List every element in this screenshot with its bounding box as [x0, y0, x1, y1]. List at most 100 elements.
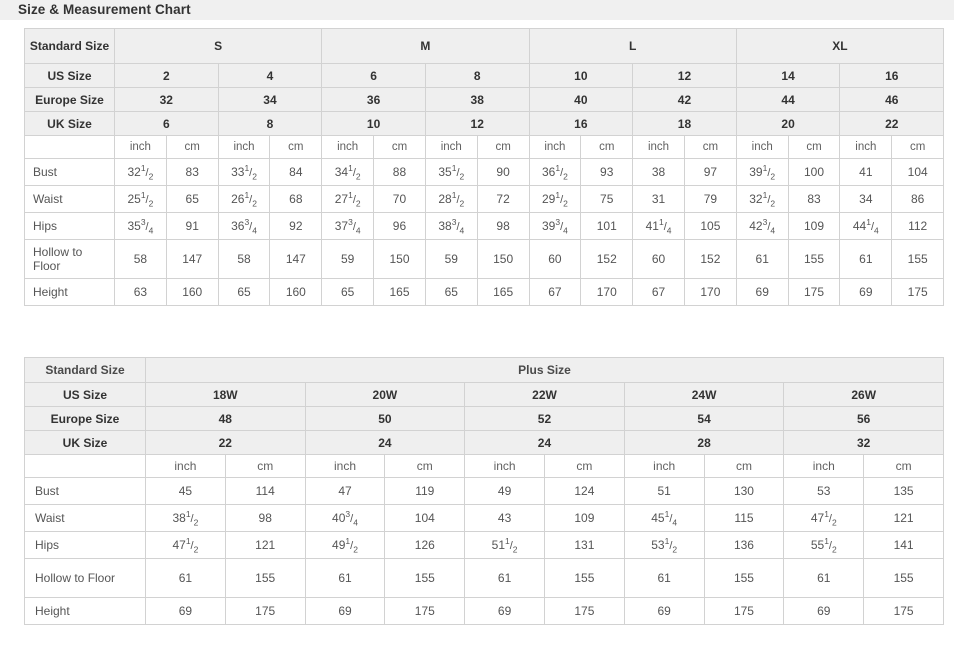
- fraction-value: 451/4: [651, 509, 678, 528]
- measurement-value: 61: [839, 239, 893, 279]
- measurement-value: 61: [145, 558, 226, 598]
- group-header-plus-size: Plus Size: [145, 357, 944, 383]
- fraction-value: 363/4: [231, 217, 257, 236]
- measurement-value: 341/2: [321, 158, 375, 186]
- measurement-value: 321/2: [735, 185, 789, 213]
- unit-header: cm: [683, 135, 737, 159]
- size-row: UK Size 22 24 24 28 32: [24, 430, 944, 455]
- fraction-value: 331/2: [231, 163, 257, 182]
- measurement-value: 160: [269, 278, 323, 306]
- size-row-label: UK Size: [24, 111, 115, 136]
- measurement-value: 92: [269, 212, 323, 240]
- measurement-value: 155: [863, 558, 944, 598]
- measurement-value: 175: [703, 597, 785, 625]
- measurement-value: 98: [224, 504, 306, 532]
- measurement-value: 150: [373, 239, 426, 279]
- measurement-value: 271/2: [321, 185, 375, 213]
- measurement-value: 65: [165, 185, 219, 213]
- unit-row: inch cm inch cm inch cm inch cm inch cm inch cm inch…: [24, 135, 945, 159]
- measurement-value: 67: [528, 278, 582, 306]
- measurement-value: 393/4: [528, 212, 582, 240]
- measurement-value: 61: [623, 558, 705, 598]
- fraction-value: 281/2: [438, 190, 465, 209]
- measurement-value: 170: [580, 278, 634, 306]
- measurement-value: 61: [783, 558, 865, 598]
- measurement-value: 383/4: [424, 212, 478, 240]
- measurement-label: Hollow to Floor: [24, 558, 146, 598]
- measurement-value: 150: [476, 239, 530, 279]
- measurement-value: 175: [787, 278, 841, 306]
- size-value: 22: [145, 430, 306, 455]
- measurement-value: 281/2: [424, 185, 478, 213]
- measurement-value: 175: [224, 597, 306, 625]
- measurement-value: 175: [543, 597, 625, 625]
- size-value: 4: [217, 63, 323, 88]
- fraction-value: 251/2: [127, 190, 154, 209]
- fraction-value: 391/2: [749, 163, 776, 182]
- unit-header: cm: [580, 135, 634, 159]
- measurement-value: 155: [703, 558, 785, 598]
- size-value: 8: [424, 63, 530, 88]
- measurement-value: 175: [384, 597, 466, 625]
- size-value: 32: [783, 430, 944, 455]
- standard-size-table-wrapper: Standard Size S M L XL US Size 2 4 6 8 10 12 14 16 Eur…: [0, 28, 954, 306]
- measurement-value: 155: [384, 558, 466, 598]
- size-value: 16: [528, 111, 634, 136]
- unit-header: cm: [373, 135, 426, 159]
- measurement-value: 403/4: [304, 504, 386, 532]
- fraction-value: 441/4: [852, 217, 879, 236]
- unit-header: inch: [424, 135, 478, 159]
- measurement-row: Hollow to Floor 58 147 58 147 59 150 59 150 60 152…: [24, 239, 945, 279]
- measurement-value: 69: [783, 597, 865, 625]
- measurement-value: 115: [703, 504, 785, 532]
- measurement-row: Waist 251/2 65 261/2 68 271/2 70 281/2 72 291/2 75…: [24, 185, 945, 213]
- fraction-value: 411/4: [645, 217, 672, 236]
- measurement-value: 175: [891, 278, 945, 306]
- measurement-row: Height 69 175 69 175 69 175 69 175 69 175: [24, 597, 944, 625]
- measurement-value: 65: [321, 278, 375, 306]
- measurement-value: 351/2: [424, 158, 478, 186]
- size-value: 24W: [623, 382, 785, 407]
- measurement-value: 363/4: [217, 212, 271, 240]
- measurement-value: 53: [783, 477, 865, 505]
- size-row: US Size 2 4 6 8 10 12 14 16: [24, 63, 945, 88]
- measurement-value: 135: [863, 477, 944, 505]
- unit-header: inch: [114, 135, 167, 159]
- measurement-value: 147: [165, 239, 219, 279]
- measurement-value: 321/2: [114, 158, 167, 186]
- measurement-value: 121: [863, 504, 944, 532]
- measurement-value: 70: [373, 185, 426, 213]
- standard-size-table: Standard Size S M L XL US Size 2 4 6 8 10 12 14 16 Eur…: [24, 28, 945, 306]
- fraction-value: 403/4: [332, 509, 358, 528]
- measurement-value: 69: [623, 597, 705, 625]
- measurement-label: Bust: [24, 158, 115, 186]
- measurement-label: Bust: [24, 477, 146, 505]
- measurement-label: Hollow to Floor: [24, 239, 115, 279]
- fraction-value: 351/2: [438, 163, 465, 182]
- measurement-value: 511/2: [464, 531, 545, 559]
- unit-header: cm: [165, 135, 219, 159]
- measurement-row: Hollow to Floor 61 155 61 155 61 155 61 155 61 155: [24, 558, 944, 598]
- measurement-value: 65: [424, 278, 478, 306]
- measurement-value: 90: [476, 158, 530, 186]
- measurement-value: 152: [580, 239, 634, 279]
- fraction-value: 383/4: [438, 217, 465, 236]
- size-value: 18: [632, 111, 737, 136]
- group-header-l: L: [528, 28, 737, 64]
- unit-header: cm: [384, 454, 466, 478]
- measurement-value: 75: [580, 185, 634, 213]
- fraction-value: 551/2: [810, 536, 837, 555]
- fraction-value: 471/2: [810, 509, 837, 528]
- size-value: 38: [424, 87, 530, 112]
- measurement-value: 68: [269, 185, 323, 213]
- measurement-value: 104: [891, 158, 945, 186]
- measurement-value: 100: [787, 158, 841, 186]
- measurement-value: 69: [735, 278, 789, 306]
- measurement-value: 83: [165, 158, 219, 186]
- size-value: 34: [217, 87, 323, 112]
- measurement-value: 88: [373, 158, 426, 186]
- measurement-value: 60: [632, 239, 685, 279]
- fraction-value: 423/4: [749, 217, 776, 236]
- group-header-m: M: [321, 28, 530, 64]
- size-value: 40: [528, 87, 634, 112]
